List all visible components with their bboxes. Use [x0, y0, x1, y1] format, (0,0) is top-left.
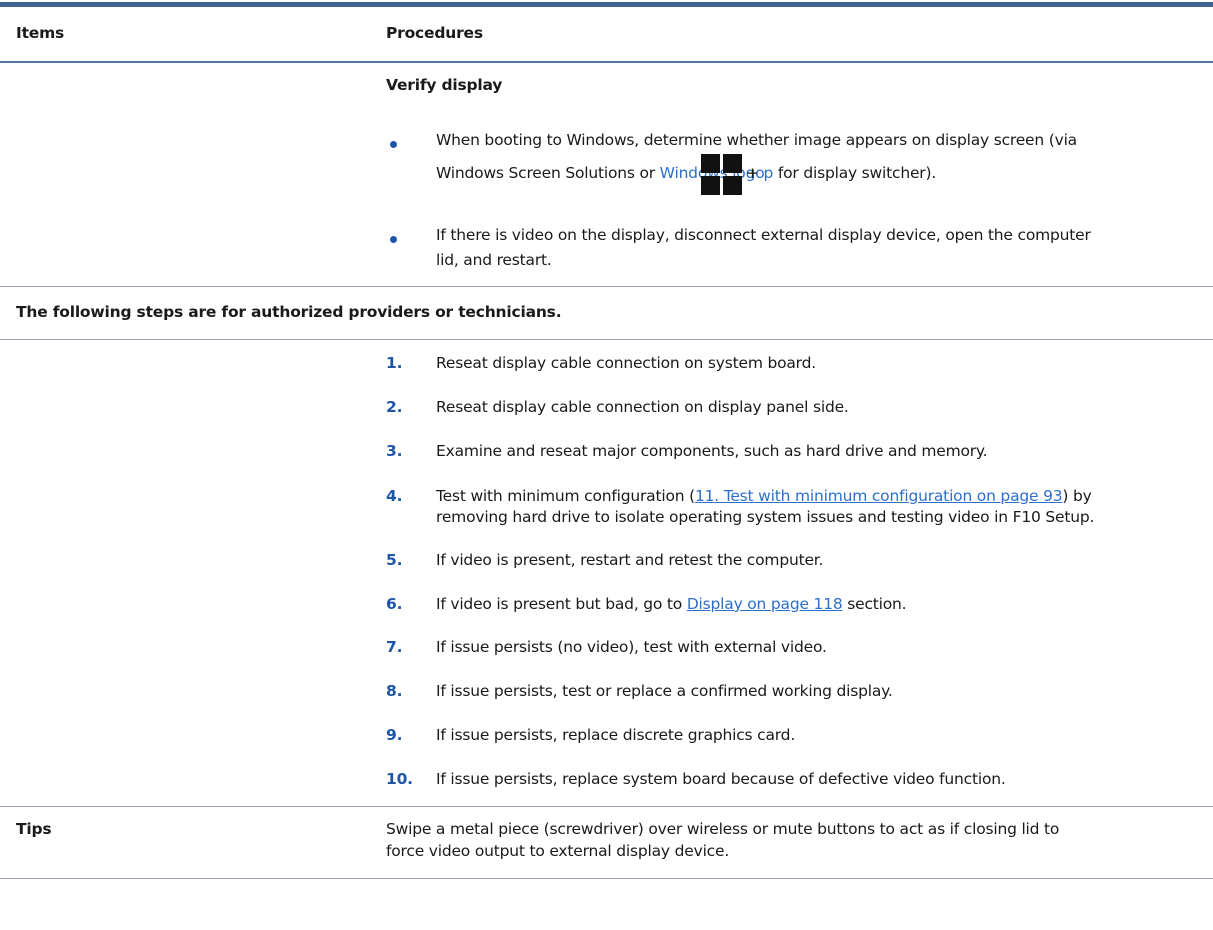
step-text: If video is present, restart and retest … [436, 551, 824, 569]
step-text: If issue persists (no video), test with … [436, 638, 827, 656]
step-text: If issue persists, replace system board … [436, 770, 1006, 788]
bullet [390, 141, 397, 148]
tips-label: Tips [16, 820, 52, 838]
step-number: 2. [386, 398, 403, 416]
plus-text: + [746, 164, 764, 182]
step-6-text-pre: If video is present but bad, go to [436, 595, 687, 613]
step-text: Test with minimum configuration (11. Tes… [436, 487, 1092, 505]
step-number: 4. [386, 487, 403, 505]
tips-line-1: Swipe a metal piece (screwdriver) over w… [386, 820, 1060, 838]
step-text: If issue persists, replace discrete grap… [436, 726, 796, 744]
step-number: 8. [386, 682, 403, 700]
step-text: Reseat display cable connection on syste… [436, 354, 816, 372]
row-divider [0, 286, 1213, 287]
p-key: p [763, 164, 774, 182]
windows-logo-icon [701, 154, 742, 195]
step-text: Examine and reseat major components, suc… [436, 442, 988, 460]
row-divider [0, 806, 1213, 807]
table-bottom-rule [0, 878, 1213, 879]
verify-display-heading: Verify display [386, 76, 503, 94]
step-number: 3. [386, 442, 403, 460]
bullet-1-text-post: for display switcher). [773, 164, 937, 182]
test-minimum-configuration-link[interactable]: 11. Test with minimum configuration on p… [695, 487, 1063, 505]
step-4-text-pre: Test with minimum configuration ( [436, 487, 695, 505]
column-header-procedures: Procedures [386, 24, 483, 42]
header-rule [0, 61, 1213, 63]
table-top-rule [0, 2, 1213, 7]
step-text: Reseat display cable connection on displ… [436, 398, 849, 416]
bullet-1-text-pre: Windows Screen Solutions or [436, 164, 660, 182]
step-number: 6. [386, 595, 403, 613]
column-header-items: Items [16, 24, 65, 42]
authorized-notice: The following steps are for authorized p… [16, 303, 562, 321]
troubleshooting-table: Items Procedures Verify display When boo… [0, 0, 1213, 930]
step-4-text-post: ) by [1062, 487, 1092, 505]
step-number: 10. [386, 770, 413, 788]
bullet-2-line-2: lid, and restart. [436, 251, 552, 269]
step-text: If video is present but bad, go to Displ… [436, 595, 907, 613]
step-number: 5. [386, 551, 403, 569]
step-text: If issue persists, test or replace a con… [436, 682, 893, 700]
step-number: 9. [386, 726, 403, 744]
bullet [390, 236, 397, 243]
step-text-line-2: removing hard drive to isolate operating… [436, 508, 1095, 526]
step-number: 1. [386, 354, 403, 372]
step-6-text-post: section. [842, 595, 907, 613]
tips-line-2: force video output to external display d… [386, 842, 730, 860]
row-divider [0, 339, 1213, 340]
display-page-link[interactable]: Display on page 118 [687, 595, 843, 613]
step-number: 7. [386, 638, 403, 656]
bullet-1-line-2-end: + p for display switcher). [746, 164, 936, 182]
bullet-2-line-1: If there is video on the display, discon… [436, 226, 1091, 244]
bullet-1-line-1: When booting to Windows, determine wheth… [436, 131, 1077, 149]
